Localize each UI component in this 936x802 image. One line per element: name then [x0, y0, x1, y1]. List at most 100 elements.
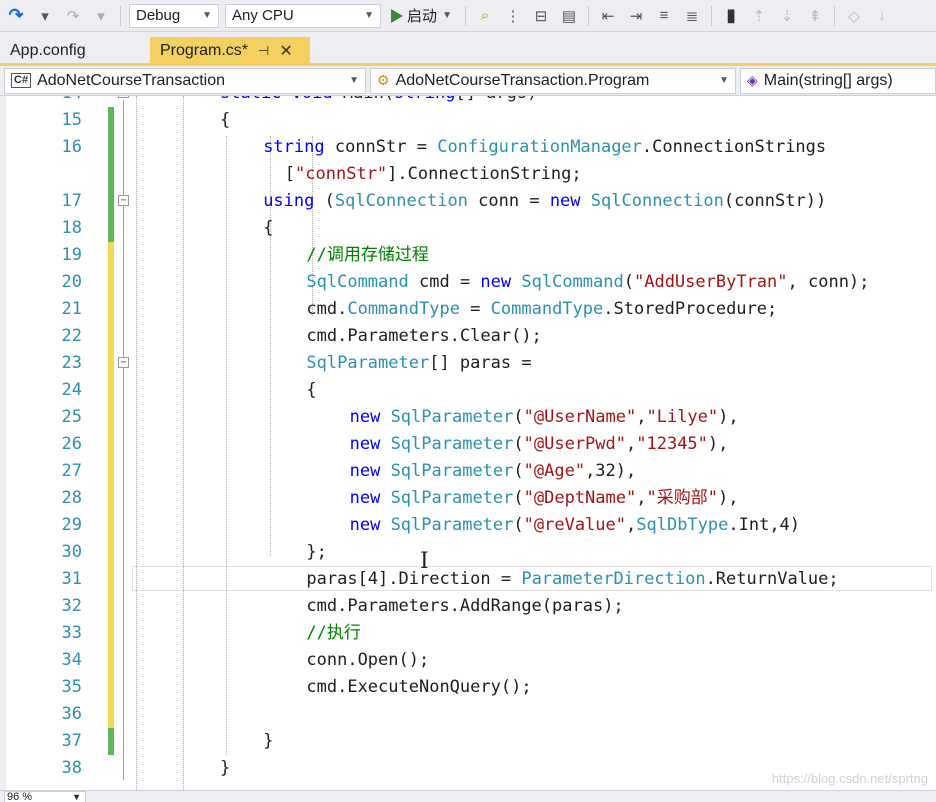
code-text: cmd.Parameters.AddRange(paras); — [306, 596, 624, 616]
line-number: 22 — [61, 326, 82, 346]
code-line[interactable]: 31 paras[4].Direction = ParameterDirectio… — [0, 566, 936, 593]
line-number: 34 — [61, 650, 82, 670]
saved-change-marker — [108, 188, 114, 215]
clear-bookmarks-icon[interactable]: ◇ — [843, 5, 865, 27]
start-button[interactable]: 启动 ▼ — [387, 4, 457, 28]
pin-icon[interactable]: ⊣ — [258, 43, 269, 59]
saved-change-marker — [108, 161, 114, 188]
code-line[interactable]: 15 { — [0, 107, 936, 134]
code-line[interactable]: 24 { — [0, 377, 936, 404]
code-text: using (SqlConnection conn = new SqlConne… — [263, 191, 827, 211]
platform-dropdown[interactable]: Any CPU ▼ — [225, 3, 381, 28]
line-number: 21 — [61, 299, 82, 319]
csharp-project-icon: C# — [11, 73, 32, 88]
code-text: } — [220, 758, 231, 778]
zoom-dropdown[interactable]: 96 % ▼ — [4, 791, 86, 802]
uncomment-icon[interactable]: ≣ — [681, 5, 703, 27]
project-dropdown[interactable]: C# AdoNetCourseTransaction ▼ — [4, 67, 366, 94]
code-line[interactable]: 25 new SqlParameter("@UserName","Lilye"), — [0, 404, 936, 431]
code-editor[interactable]: 14 − static void Main(string[] args) 15 {16 s… — [0, 96, 936, 790]
comment-icon[interactable]: ≡ — [653, 5, 675, 27]
class-dropdown[interactable]: ⚙ AdoNetCourseTransaction.Program ▼ — [370, 67, 736, 94]
code-line[interactable]: 26 new SqlParameter("@UserPwd","12345"), — [0, 431, 936, 458]
tab-label: Program.cs* — [160, 42, 249, 59]
code-line[interactable]: 35 cmd.ExecuteNonQuery(); — [0, 674, 936, 701]
chevron-down-icon[interactable]: ▼ — [441, 5, 453, 27]
navigation-bar: C# AdoNetCourseTransaction ▼ ⚙ AdoNetCou… — [0, 66, 936, 96]
tab-program-cs[interactable]: Program.cs* ⊣ ✕ — [150, 37, 310, 65]
code-line[interactable]: 23 − SqlParameter[] paras = — [0, 350, 936, 377]
solution-config-value: Debug — [136, 7, 181, 24]
code-text: new SqlParameter("@reValue",SqlDbType.In… — [349, 515, 801, 535]
code-line[interactable]: 21 cmd.CommandType = CommandType.StoredPr… — [0, 296, 936, 323]
unsaved-change-marker — [108, 296, 114, 323]
code-line[interactable]: 37} — [0, 728, 936, 755]
code-line[interactable]: 36 — [0, 701, 936, 728]
watermark-text: https://blog.csdn.net/sprtng — [771, 771, 928, 786]
code-line[interactable]: 19 //调用存储过程 — [0, 242, 936, 269]
scroll-down-icon[interactable]: ↓ — [871, 5, 893, 27]
tab-app-config[interactable]: App.config — [0, 37, 150, 65]
undo-icon[interactable]: ↷ — [62, 5, 84, 27]
line-number: 18 — [61, 218, 82, 238]
code-line[interactable]: 27 new SqlParameter("@Age",32), — [0, 458, 936, 485]
code-line[interactable]: 29 new SqlParameter("@reValue",SqlDbType.… — [0, 512, 936, 539]
code-line[interactable]: 16 string connStr = ConfigurationManager.… — [0, 134, 936, 161]
code-line[interactable]: 32 cmd.Parameters.AddRange(paras); — [0, 593, 936, 620]
code-line[interactable]: 17 − using (SqlConnection conn = new SqlCo… — [0, 188, 936, 215]
line-number: 15 — [61, 110, 82, 130]
bookmark-list-icon[interactable]: ▤ — [558, 5, 580, 27]
code-text: new SqlParameter("@Age",32), — [349, 461, 637, 481]
unsaved-change-marker — [108, 269, 114, 296]
code-line[interactable]: 14 − static void Main(string[] args) — [0, 96, 936, 107]
more-options-icon[interactable]: ⋮ — [502, 5, 524, 27]
unsaved-change-marker — [108, 485, 114, 512]
redo-icon[interactable]: ↷ — [4, 4, 28, 28]
method-icon: ◈ — [747, 72, 758, 88]
code-text: { — [220, 110, 231, 130]
code-line[interactable]: 20 SqlCommand cmd = new SqlCommand("AddUs… — [0, 269, 936, 296]
project-name: AdoNetCourseTransaction — [37, 71, 226, 89]
bookmark-folder-icon[interactable]: ⇞ — [804, 5, 826, 27]
outdent-icon[interactable]: ⇤ — [597, 5, 619, 27]
solution-config-dropdown[interactable]: Debug ▼ — [129, 3, 219, 28]
code-text: { — [306, 380, 317, 400]
code-line[interactable]: 22 cmd.Parameters.Clear(); — [0, 323, 936, 350]
saved-change-marker — [108, 134, 114, 161]
platform-value: Any CPU — [232, 7, 294, 24]
code-line[interactable]: 34 conn.Open(); — [0, 647, 936, 674]
line-number: 20 — [61, 272, 82, 292]
code-line[interactable]: 30}; — [0, 539, 936, 566]
code-line[interactable]: 28 new SqlParameter("@DeptName","采购部"), — [0, 485, 936, 512]
line-number: 31 — [61, 569, 82, 589]
next-bookmark-icon[interactable]: ⇣ — [776, 5, 798, 27]
indent-icon[interactable]: ⇥ — [625, 5, 647, 27]
saved-change-marker — [108, 215, 114, 242]
member-dropdown[interactable]: ◈ Main(string[] args) — [740, 67, 936, 94]
chevron-down-icon: ▼ — [349, 75, 359, 86]
code-line[interactable]: 33 //执行 — [0, 620, 936, 647]
prev-bookmark-icon[interactable]: ⇡ — [748, 5, 770, 27]
chevron-down-icon: ▼ — [202, 10, 212, 21]
start-label: 启动 — [407, 8, 438, 25]
collapse-region-icon[interactable]: − — [118, 195, 129, 206]
unsaved-change-marker — [108, 512, 114, 539]
class-view-icon[interactable]: ⊟ — [530, 5, 552, 27]
bookmark-icon[interactable]: ▮ — [720, 5, 742, 27]
dropdown-arrow-icon[interactable]: ▾ — [90, 5, 112, 27]
line-number: 38 — [61, 758, 82, 778]
play-icon — [391, 8, 403, 23]
code-text: }; — [306, 542, 327, 562]
toolbar-separator — [588, 5, 590, 26]
collapse-region-icon[interactable]: − — [118, 96, 129, 98]
code-text: //调用存储过程 — [306, 245, 429, 265]
find-in-files-icon[interactable]: ⌕ — [474, 5, 496, 27]
chevron-down-icon: ▼ — [719, 75, 729, 86]
class-name: AdoNetCourseTransaction.Program — [395, 71, 650, 89]
collapse-region-icon[interactable]: − — [118, 357, 129, 368]
code-line[interactable]: ["connStr"].ConnectionString; — [0, 161, 936, 188]
code-line[interactable]: 18 { — [0, 215, 936, 242]
line-number: 33 — [61, 623, 82, 643]
close-icon[interactable]: ✕ — [279, 41, 292, 61]
dropdown-arrow-icon[interactable]: ▾ — [34, 5, 56, 27]
